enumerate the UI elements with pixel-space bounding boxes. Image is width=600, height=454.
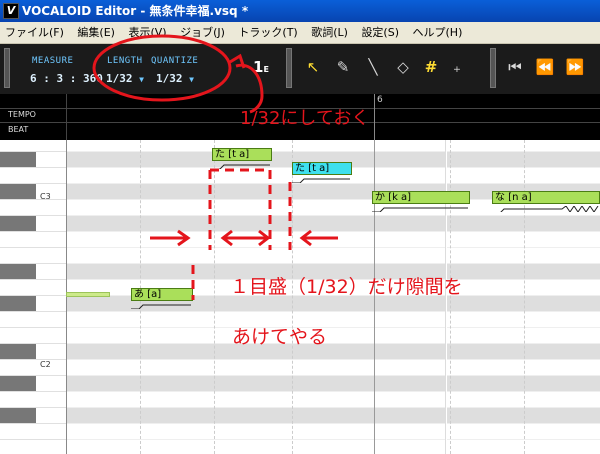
annotation-toolbar-note: 1/32にしておく bbox=[240, 108, 370, 129]
toolbar-annotation-marks bbox=[92, 34, 264, 114]
annotation-gap-note: １目盛（1/32）だけ隙間を bbox=[230, 276, 463, 298]
annotation-gap-note-2: あけてやる bbox=[232, 326, 328, 348]
